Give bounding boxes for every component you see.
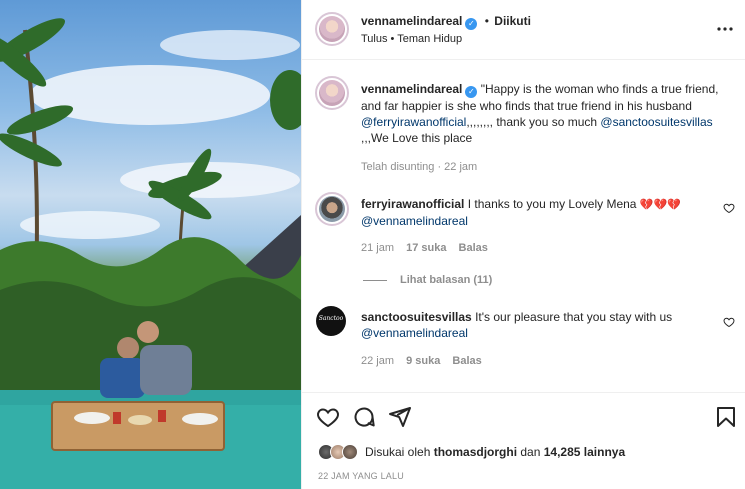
caption-avatar-image (319, 80, 345, 106)
post-photo[interactable] (0, 0, 301, 489)
heart-icon[interactable] (316, 405, 340, 429)
comment-avatar-ferry[interactable] (315, 192, 349, 226)
post-side-panel: vennamelindareal ✓ • Diikuti Tulus • Tema… (301, 0, 745, 489)
instagram-post: vennamelindareal ✓ • Diikuti Tulus • Tema… (0, 0, 745, 489)
comment-1-emoji: 💔💔💔 (639, 199, 681, 211)
comment-avatar-sanctoo[interactable]: Sanctoo (316, 306, 346, 336)
verified-badge-icon: ✓ (465, 86, 478, 98)
comment-1-text: I thanks to you my Lovely Mena (467, 197, 637, 211)
heart-icon[interactable] (723, 202, 735, 214)
comment-2-reply-button[interactable]: Balas (452, 355, 481, 367)
comment-1-mention[interactable]: @vennamelindareal (361, 214, 468, 228)
caption-edited-meta: Telah disunting · 22 jam (361, 161, 478, 173)
caption-block: vennamelindareal ✓ "Happy is the woman wh… (361, 81, 736, 146)
liked-by-middle: dan (517, 445, 544, 459)
comment-2-meta: 22 jam 9 suka Balas (361, 355, 482, 367)
comment-icon[interactable] (352, 405, 376, 429)
post-timestamp[interactable]: 22 JAM YANG LALU (318, 471, 404, 481)
post-photo-illustration (0, 18, 301, 489)
liked-by-prefix: Disukai oleh (365, 445, 434, 459)
comment-1-likes[interactable]: 17 suka (406, 242, 446, 254)
comment-1-reply-button[interactable]: Balas (459, 242, 488, 254)
caption-text-3: ,,,,,,,, thank you so much (466, 115, 601, 129)
sanctoo-logo-text: Sanctoo (318, 315, 344, 322)
comment-1-time: 21 jam (361, 242, 395, 254)
comment-2-likes[interactable]: 9 suka (406, 355, 440, 367)
bookmark-icon[interactable] (714, 405, 738, 429)
liker-avatar[interactable] (342, 444, 358, 460)
comment-1: ferryirawanofficial I thanks to you my L… (361, 196, 706, 229)
paper-plane-icon[interactable] (388, 405, 412, 429)
comment-1-meta: 21 jam 17 suka Balas (361, 242, 488, 254)
caption-username[interactable]: vennamelindareal (361, 82, 462, 96)
replies-divider (363, 280, 387, 281)
caption-mention-sanctoo[interactable]: @sanctoosuitesvillas (600, 115, 712, 129)
more-horizontal-icon[interactable] (715, 22, 735, 36)
verified-badge-icon: ✓ (465, 18, 478, 30)
view-replies-button[interactable]: Lihat balasan (11) (400, 274, 492, 286)
follow-status-button[interactable]: Diikuti (494, 14, 531, 28)
heart-icon[interactable] (723, 316, 735, 328)
post-header: vennamelindareal ✓ • Diikuti Tulus • Tema… (302, 0, 745, 60)
comment-avatar-ferry-image (319, 196, 345, 222)
header-dot: • (484, 14, 489, 28)
author-avatar-image (319, 16, 345, 42)
comment-2-username[interactable]: sanctoosuitesvillas (361, 310, 472, 324)
liked-by-line: Disukai oleh thomasdjorghi dan 14,285 la… (365, 445, 625, 459)
caption-avatar[interactable] (315, 76, 349, 110)
caption-mention-ferry[interactable]: @ferryirawanofficial (361, 115, 466, 129)
liked-by-user[interactable]: thomasdjorghi (434, 445, 517, 459)
post-actions: Disukai oleh thomasdjorghi dan 14,285 la… (302, 392, 745, 489)
caption-text-2: and far happier is she who finds that tr… (361, 99, 692, 113)
comment-2-time: 22 jam (361, 355, 395, 367)
audio-subtitle[interactable]: Tulus • Teman Hidup (361, 33, 462, 45)
author-avatar[interactable] (315, 12, 349, 46)
caption-text-4: ,,,We Love this place (361, 131, 473, 145)
liked-by-count[interactable]: 14,285 lainnya (544, 445, 625, 459)
comment-2: sanctoosuitesvillas It's our pleasure th… (361, 309, 706, 341)
caption-text-1: "Happy is the woman who finds a true fri… (480, 82, 719, 96)
comment-2-text: It's our pleasure that you stay with us (475, 310, 673, 324)
comment-2-mention[interactable]: @vennamelindareal (361, 326, 468, 340)
author-username[interactable]: vennamelindareal (361, 14, 462, 28)
comment-1-username[interactable]: ferryirawanofficial (361, 197, 464, 211)
